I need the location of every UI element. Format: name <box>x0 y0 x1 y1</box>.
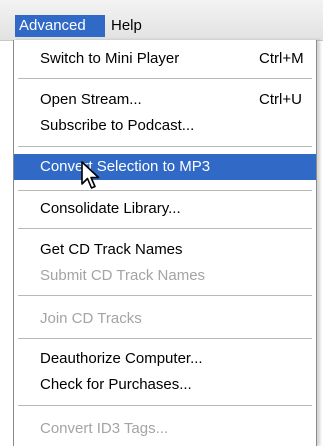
menu-item-convert-selection-to-mp3[interactable]: Convert Selection to MP3 <box>14 154 316 180</box>
menu-item-subscribe-to-podcast[interactable]: Subscribe to Podcast... <box>14 113 316 139</box>
menu-separator <box>18 405 312 406</box>
menu-item-get-cd-track-names[interactable]: Get CD Track Names <box>14 237 316 263</box>
menu-separator <box>18 190 312 191</box>
menu-item-convert-id3-tags: Convert ID3 Tags... <box>14 416 316 442</box>
menu-item-deauthorize-computer[interactable]: Deauthorize Computer... <box>14 346 316 372</box>
menu-item-label: Consolidate Library... <box>40 200 181 217</box>
menubar-item-label: Help <box>111 17 142 34</box>
menu-item-label: Convert ID3 Tags... <box>40 420 169 437</box>
menu-separator <box>18 78 312 79</box>
menu-item-consolidate-library[interactable]: Consolidate Library... <box>14 196 316 222</box>
menubar-item-advanced[interactable]: Advanced <box>15 15 105 37</box>
menu-item-label: Subscribe to Podcast... <box>40 117 195 134</box>
mouse-pointer-icon <box>81 161 100 189</box>
menu-separator <box>18 338 312 339</box>
menu-item-submit-cd-track-names: Submit CD Track Names <box>14 263 316 289</box>
menu-item-label: Convert Selection to MP3 <box>40 158 211 175</box>
menu-item-label: Get CD Track Names <box>40 241 183 258</box>
menu-item-label: Switch to Mini Player <box>40 50 180 67</box>
menu-item-label: Submit CD Track Names <box>40 267 206 284</box>
menu-separator <box>18 295 312 296</box>
menu-separator <box>18 146 312 147</box>
advanced-menu-dropdown: Switch to Mini Player Ctrl+M Open Stream… <box>13 40 317 446</box>
menu-item-shortcut: Ctrl+U <box>259 91 302 108</box>
menu-item-open-stream[interactable]: Open Stream... Ctrl+U <box>14 87 316 113</box>
menu-item-label: Open Stream... <box>40 91 142 108</box>
menu-item-join-cd-tracks: Join CD Tracks <box>14 306 316 332</box>
menu-item-label: Check for Purchases... <box>40 376 192 393</box>
menu-item-switch-to-mini-player[interactable]: Switch to Mini Player Ctrl+M <box>14 46 316 72</box>
menu-item-label: Deauthorize Computer... <box>40 350 203 367</box>
menu-item-shortcut: Ctrl+M <box>259 50 304 67</box>
menu-item-check-for-purchases[interactable]: Check for Purchases... <box>14 372 316 398</box>
menu-bar: Advanced Help <box>0 0 323 41</box>
menubar-item-help[interactable]: Help <box>107 15 151 37</box>
menubar-item-label: Advanced <box>19 17 86 34</box>
menu-item-label: Join CD Tracks <box>40 310 142 327</box>
menu-separator <box>18 228 312 229</box>
